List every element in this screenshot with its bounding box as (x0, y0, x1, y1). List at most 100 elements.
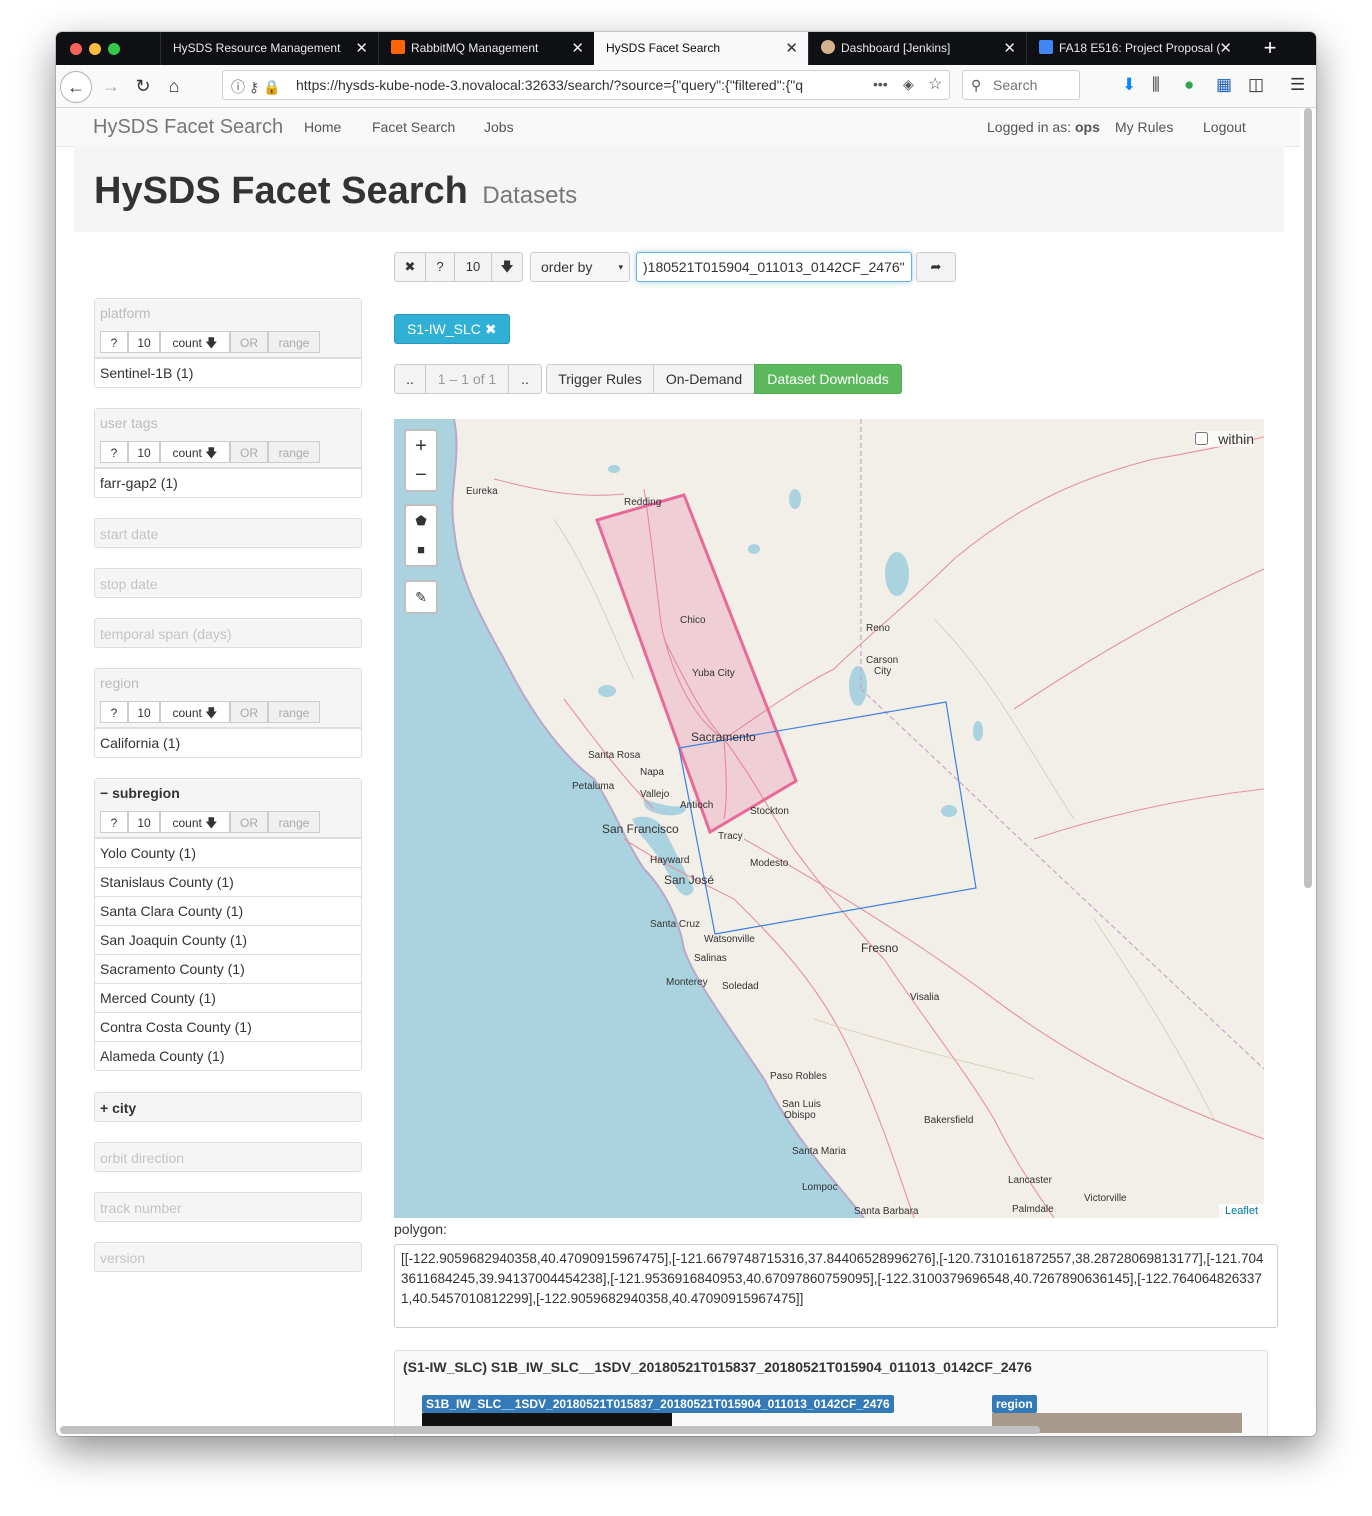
library-icon[interactable]: ⫼ (1152, 75, 1160, 95)
within-toggle[interactable]: within (1195, 431, 1254, 447)
facet-title[interactable]: user tags (100, 415, 158, 431)
facet-value[interactable]: Santa Clara County (1) (95, 896, 361, 925)
facet-sort-count-button[interactable]: count 🡇 (160, 701, 230, 723)
download-button[interactable]: 🡇 (491, 252, 523, 282)
sidebar-icon[interactable]: ◫ (1248, 75, 1264, 95)
forward-button[interactable]: → (96, 71, 126, 101)
facet-or-button[interactable]: OR (230, 441, 268, 463)
facet-or-button[interactable]: OR (230, 331, 268, 353)
bookmark-star-icon[interactable]: ☆ (928, 74, 942, 94)
facet-value[interactable]: farr-gap2 (1) (95, 468, 361, 497)
zoom-in-button[interactable]: + (404, 429, 438, 462)
query-input[interactable]: )180521T015904_011013_0142CF_2476" (636, 252, 912, 282)
result-title[interactable]: (S1-IW_SLC) S1B_IW_SLC__1SDV_20180521T01… (403, 1359, 1032, 1375)
facet-help-button[interactable]: ? (100, 811, 128, 833)
facet-value[interactable]: Sacramento County (1) (95, 954, 361, 983)
facet-temporal-span[interactable]: temporal span (days) (94, 618, 362, 648)
map-view[interactable]: Eureka Redding Chico Yuba City Reno Cars… (394, 419, 1264, 1218)
remove-filter-icon[interactable]: ✖ (485, 321, 497, 337)
facet-size-button[interactable]: 10 (128, 331, 160, 353)
region-label[interactable]: region (992, 1395, 1037, 1413)
facet-range-button[interactable]: range (268, 441, 320, 463)
site-info-icon[interactable]: ⓘ ⚷ 🔒 (231, 77, 280, 97)
tab-jenkins-dashboard[interactable]: Dashboard [Jenkins] ✕ (808, 32, 1026, 65)
page-actions-icon[interactable]: ••• (873, 76, 888, 92)
news-extension-icon[interactable]: ▦ (1216, 75, 1232, 95)
edit-layers-button[interactable]: ✎ (404, 580, 438, 614)
facet-value[interactable]: Merced County (1) (95, 983, 361, 1012)
map-attribution[interactable]: Leaflet (1218, 1204, 1264, 1218)
facet-track-number[interactable]: track number (94, 1192, 362, 1222)
tab-hysds-resource-management[interactable]: HySDS Resource Management ✕ (160, 32, 378, 65)
facet-range-button[interactable]: range (268, 331, 320, 353)
app-brand[interactable]: HySDS Facet Search (93, 116, 283, 139)
tab-hysds-facet-search[interactable]: HySDS Facet Search ✕ (594, 32, 808, 65)
menu-icon[interactable]: ☰ (1290, 75, 1305, 95)
close-tab-icon[interactable]: ✕ (1219, 32, 1232, 65)
facet-size-button[interactable]: 10 (128, 701, 160, 723)
facet-sort-count-button[interactable]: count 🡇 (160, 811, 230, 833)
nav-home[interactable]: Home (304, 119, 341, 135)
zoom-out-button[interactable]: − (404, 460, 438, 492)
within-checkbox[interactable] (1195, 432, 1209, 445)
facet-value[interactable]: Yolo County (1) (95, 838, 361, 867)
close-tab-icon[interactable]: ✕ (571, 32, 584, 65)
horizontal-scrollbar[interactable] (60, 1426, 1040, 1434)
facet-range-button[interactable]: range (268, 701, 320, 723)
query-help-button[interactable]: ? (425, 252, 455, 282)
on-demand-button[interactable]: On-Demand (653, 364, 755, 394)
facet-value[interactable]: California (1) (95, 728, 361, 757)
facet-size-button[interactable]: 10 (128, 811, 160, 833)
trigger-rules-button[interactable]: Trigger Rules (546, 364, 654, 394)
facet-title[interactable]: region (100, 675, 139, 691)
downloads-icon[interactable]: ⬇ (1122, 75, 1136, 95)
facet-help-button[interactable]: ? (100, 701, 128, 723)
close-tab-icon[interactable]: ✕ (1003, 32, 1016, 65)
facet-or-button[interactable]: OR (230, 811, 268, 833)
url-bar[interactable]: ⓘ ⚷ 🔒 https://hysds-kube-node-3.novaloca… (222, 70, 950, 100)
facet-range-button[interactable]: range (268, 811, 320, 833)
facet-title[interactable]: platform (100, 305, 151, 321)
back-button[interactable]: ← (60, 71, 92, 103)
polygon-textarea[interactable]: [[-122.9059682940358,40.47090915967475],… (394, 1244, 1278, 1328)
facet-value[interactable]: Alameda County (1) (95, 1041, 361, 1070)
new-tab-button[interactable]: + (1252, 32, 1288, 65)
chat-extension-icon[interactable]: ● (1184, 75, 1194, 95)
vertical-scrollbar[interactable] (1304, 108, 1312, 888)
facet-value[interactable]: San Joaquin County (1) (95, 925, 361, 954)
dataset-downloads-button[interactable]: Dataset Downloads (754, 364, 902, 394)
reload-button[interactable]: ↻ (128, 71, 158, 101)
dataset-id-label[interactable]: S1B_IW_SLC__1SDV_20180521T015837_2018052… (422, 1395, 894, 1413)
facet-version[interactable]: version (94, 1242, 362, 1272)
pocket-icon[interactable]: ◈ (903, 76, 914, 93)
facet-help-button[interactable]: ? (100, 441, 128, 463)
close-tab-icon[interactable]: ✕ (785, 32, 798, 65)
nav-jobs[interactable]: Jobs (484, 119, 514, 135)
draw-polygon-button[interactable]: ⬟ (404, 504, 438, 537)
active-filter-tag[interactable]: S1-IW_SLC ✖ (394, 314, 510, 344)
facet-size-button[interactable]: 10 (128, 441, 160, 463)
facet-sort-count-button[interactable]: count 🡇 (160, 331, 230, 353)
minimize-window-icon[interactable] (89, 43, 101, 55)
clear-query-button[interactable]: ✖ (394, 252, 426, 282)
order-by-select[interactable]: order by ▾ (530, 252, 630, 282)
facet-title[interactable]: − subregion (100, 785, 180, 801)
tab-rabbitmq-management[interactable]: RabbitMQ Management ✕ (378, 32, 594, 65)
search-input[interactable]: ⚲ Search (962, 70, 1080, 100)
prev-page-button[interactable]: .. (394, 364, 426, 394)
facet-sort-count-button[interactable]: count 🡇 (160, 441, 230, 463)
next-page-button[interactable]: .. (508, 364, 542, 394)
nav-facet-search[interactable]: Facet Search (372, 119, 455, 135)
facet-value[interactable]: Contra Costa County (1) (95, 1012, 361, 1041)
facet-orbit-direction[interactable]: orbit direction (94, 1142, 362, 1172)
facet-value[interactable]: Stanislaus County (1) (95, 867, 361, 896)
facet-start-date[interactable]: start date (94, 518, 362, 548)
nav-logout[interactable]: Logout (1203, 119, 1246, 135)
maximize-window-icon[interactable] (108, 43, 120, 55)
tab-project-proposal[interactable]: FA18 E516: Project Proposal ( ✕ (1026, 32, 1242, 65)
facet-or-button[interactable]: OR (230, 701, 268, 723)
close-window-icon[interactable] (70, 43, 82, 55)
facet-value[interactable]: Sentinel-1B (1) (95, 358, 361, 387)
facet-stop-date[interactable]: stop date (94, 568, 362, 598)
facet-help-button[interactable]: ? (100, 331, 128, 353)
